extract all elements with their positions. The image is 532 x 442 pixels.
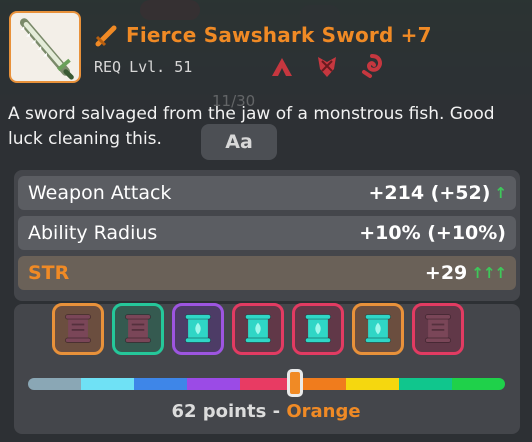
stat-value: +10% (+10%): [359, 222, 506, 244]
scroll-slot: [412, 303, 464, 355]
scroll-slot: [112, 303, 164, 355]
req-label: REQ: [94, 58, 122, 76]
scroll-icon: [64, 314, 92, 343]
scroll-icon: [424, 314, 452, 343]
item-name: Fierce Sawshark Sword +7: [126, 23, 432, 47]
item-title: Fierce Sawshark Sword +7: [94, 22, 432, 48]
stat-row-weapon-attack: Weapon Attack +214 (+52) ↑: [18, 176, 516, 210]
scroll-icon: [184, 314, 212, 343]
stat-name: STR: [28, 262, 70, 284]
req-level: Lvl. 51: [129, 58, 193, 76]
up-arrow-icon: ↑: [494, 184, 507, 202]
tier-name: Orange: [286, 401, 361, 422]
stat-value-text: +29: [424, 262, 468, 284]
scroll-slot: [232, 303, 284, 355]
tier-points: 62 points - Orange: [0, 401, 532, 422]
scroll-slot: [292, 303, 344, 355]
points-text: 62 points -: [171, 401, 281, 422]
tier-segment: [240, 378, 293, 390]
scroll-slot: [352, 303, 404, 355]
tier-segment: [81, 378, 134, 390]
tier-segment: [399, 378, 452, 390]
stat-row-str: STR +29 ↑↑↑: [18, 256, 516, 290]
tier-marker: [287, 369, 304, 397]
class-icons: [268, 52, 386, 80]
stats-panel: Weapon Attack +214 (+52) ↑ Ability Radiu…: [14, 170, 520, 301]
tier-segment: [346, 378, 399, 390]
tier-segment: [187, 378, 240, 390]
guardian-icon: [318, 57, 336, 77]
stat-value: +214 (+52) ↑: [368, 182, 506, 204]
scroll-icon: [244, 314, 272, 343]
up-arrow-icon: ↑↑↑: [471, 264, 507, 282]
tier-segment: [134, 378, 187, 390]
upgrade-scroll-slots: [52, 303, 464, 355]
scroll-slot: [172, 303, 224, 355]
stat-value: +29 ↑↑↑: [424, 262, 507, 284]
sawshark-sword-icon: [19, 18, 74, 80]
scroll-icon: [304, 314, 332, 343]
item-tooltip: Fierce Sawshark Sword +7 REQ Lvl. 51 11/…: [0, 0, 532, 442]
stat-value-text: +10% (+10%): [359, 222, 506, 244]
tier-segment: [452, 378, 505, 390]
scroll-icon: [364, 314, 392, 343]
tier-color-bar: [28, 378, 505, 390]
stat-name: Weapon Attack: [28, 182, 172, 204]
stat-value-text: +214 (+52): [368, 182, 491, 204]
tier-segment: [28, 378, 81, 390]
item-icon: [9, 11, 81, 83]
scroll-icon: [124, 314, 152, 343]
sword-icon: [95, 25, 117, 47]
warrior-icon: [272, 58, 292, 76]
item-description: A sword salvaged from the jaw of a monst…: [8, 104, 495, 149]
swordmaster-icon: [362, 54, 382, 78]
scroll-slot: [52, 303, 104, 355]
stat-row-ability-radius: Ability Radius +10% (+10%): [18, 216, 516, 250]
level-requirement: REQ Lvl. 51: [94, 58, 192, 76]
stat-name: Ability Radius: [28, 222, 158, 244]
